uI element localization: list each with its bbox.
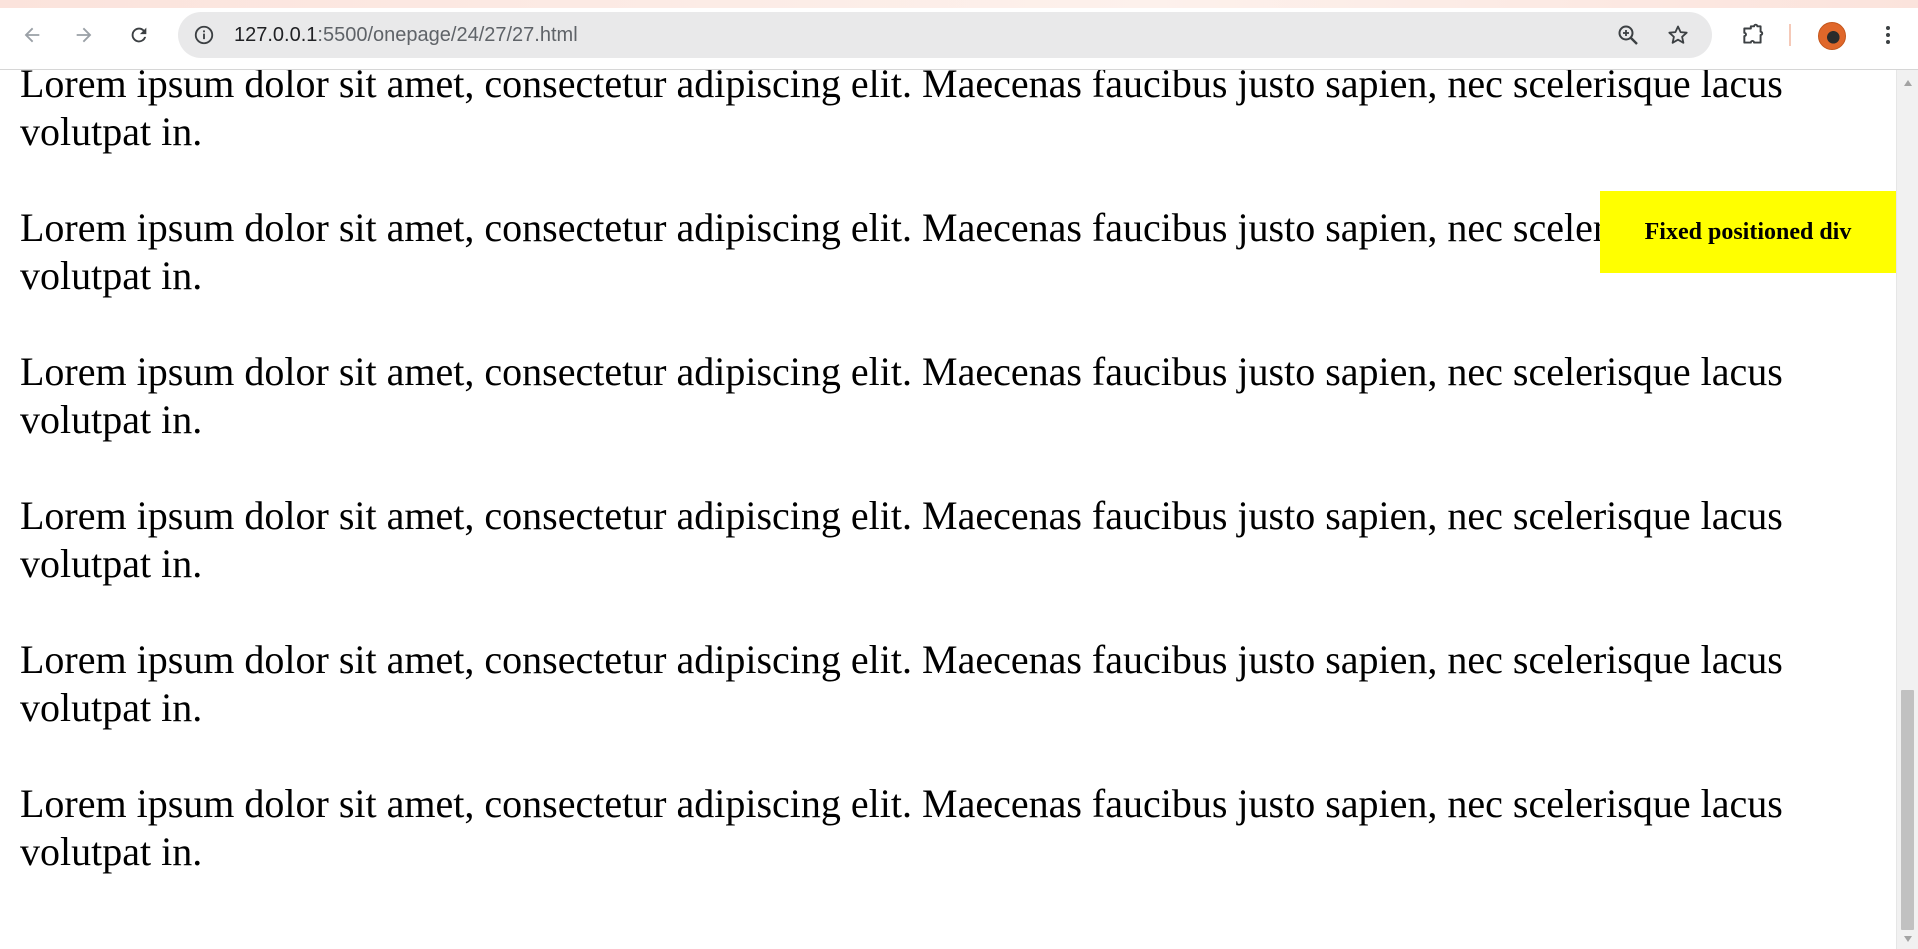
site-info-button[interactable] bbox=[188, 19, 220, 51]
puzzle-icon bbox=[1743, 23, 1764, 44]
address-bar[interactable]: 127.0.0.1:5500/onepage/24/27/27.html bbox=[178, 12, 1712, 58]
url-text[interactable]: 127.0.0.1:5500/onepage/24/27/27.html bbox=[234, 24, 578, 46]
info-icon bbox=[194, 25, 214, 45]
url-path: :5500/onepage/24/27/27.html bbox=[317, 24, 578, 46]
scroll-up-button[interactable] bbox=[1897, 74, 1918, 91]
paragraph: Lorem ipsum dolor sit amet, consectetur … bbox=[20, 637, 1783, 730]
zoom-button[interactable] bbox=[1612, 19, 1644, 51]
browser-toolbar: 127.0.0.1:5500/onepage/24/27/27.html bbox=[0, 0, 1918, 70]
paragraph: Lorem ipsum dolor sit amet, consectetur … bbox=[20, 493, 1783, 586]
vertical-scrollbar[interactable] bbox=[1896, 70, 1918, 949]
avatar[interactable] bbox=[1818, 22, 1846, 50]
menu-button[interactable] bbox=[1870, 17, 1906, 53]
reload-button[interactable] bbox=[121, 17, 157, 53]
arrow-right-icon bbox=[76, 27, 92, 43]
page-content: Lorem ipsum dolor sit amet, consectetur … bbox=[20, 70, 1876, 924]
reload-icon bbox=[131, 27, 147, 43]
star-icon bbox=[1668, 25, 1688, 44]
scroll-down-button[interactable] bbox=[1897, 930, 1918, 947]
triangle-up-icon bbox=[1903, 79, 1912, 86]
tab-strip bbox=[0, 0, 1918, 8]
back-button[interactable] bbox=[14, 17, 50, 53]
extensions-button[interactable] bbox=[1735, 17, 1771, 53]
triangle-down-icon bbox=[1903, 935, 1912, 942]
kebab-menu-icon bbox=[1886, 26, 1890, 44]
forward-button[interactable] bbox=[66, 17, 102, 53]
bookmark-button[interactable] bbox=[1662, 19, 1694, 51]
url-host: 127.0.0.1 bbox=[234, 24, 318, 46]
paragraph: Lorem ipsum dolor sit amet, consectetur … bbox=[20, 70, 1783, 154]
zoom-icon bbox=[1618, 25, 1638, 45]
toolbar-divider bbox=[1789, 24, 1791, 46]
paragraph: Lorem ipsum dolor sit amet, consectetur … bbox=[20, 349, 1783, 442]
fixed-positioned-div: Fixed positioned div bbox=[1600, 191, 1896, 273]
paragraph: Lorem ipsum dolor sit amet, consectetur … bbox=[20, 781, 1783, 874]
scrollbar-thumb[interactable] bbox=[1901, 690, 1914, 930]
arrow-left-icon bbox=[24, 27, 40, 43]
paragraph: Lorem ipsum dolor sit amet, consectetur … bbox=[20, 205, 1783, 298]
